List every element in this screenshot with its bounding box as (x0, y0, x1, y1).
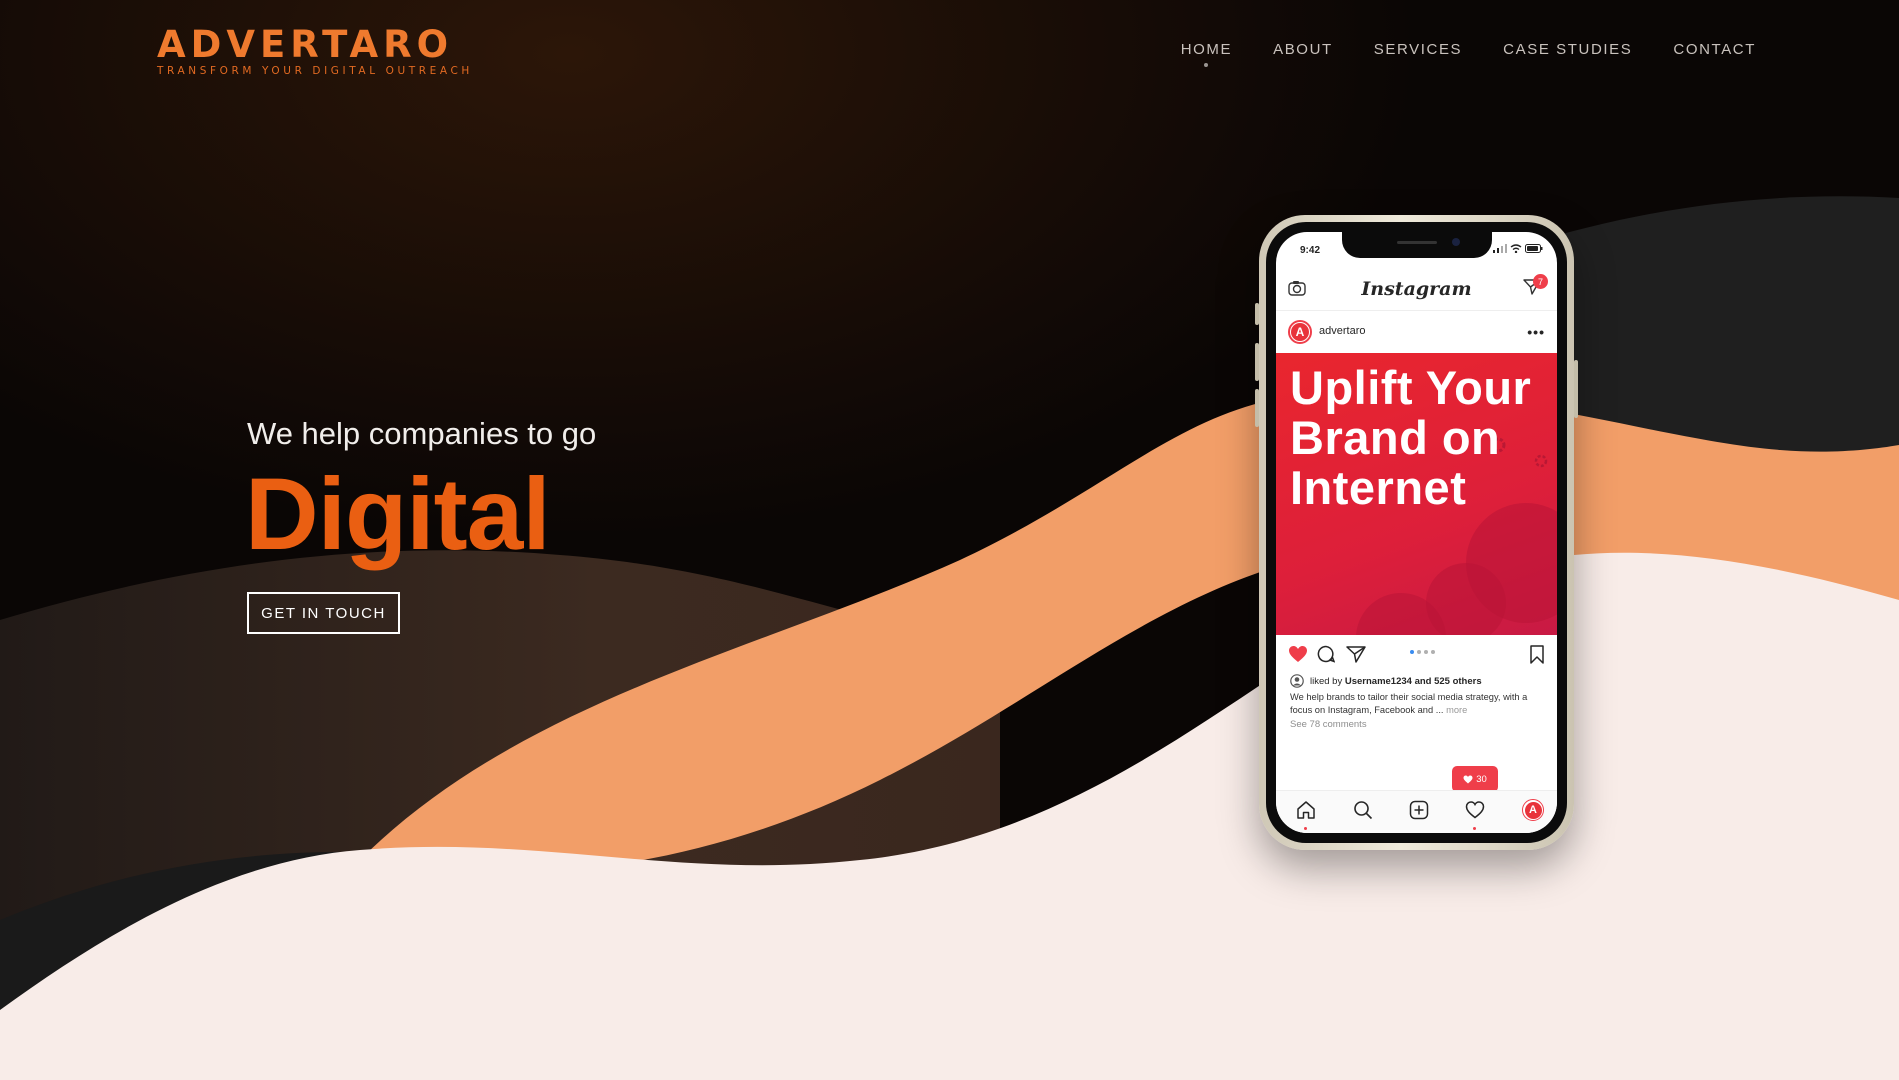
liked-by-prefix: liked by (1310, 675, 1343, 687)
liked-by-line: liked by Username1234 and 525 others (1290, 674, 1482, 688)
comment-icon[interactable] (1317, 645, 1335, 663)
more-options-icon[interactable]: ••• (1527, 324, 1545, 340)
active-tab-dot (1304, 827, 1307, 830)
home-icon[interactable] (1296, 800, 1316, 820)
status-time: 9:42 (1300, 245, 1321, 256)
liked-by-users[interactable]: Username1234 and 525 others (1345, 676, 1482, 687)
profile-avatar[interactable]: A (1522, 799, 1544, 821)
phone-side-button (1255, 389, 1259, 427)
share-icon[interactable] (1346, 645, 1366, 663)
decorative-cloud (1426, 563, 1506, 635)
nav-item-about[interactable]: ABOUT (1273, 41, 1333, 58)
nav-item-case-studies[interactable]: CASE STUDIES (1503, 41, 1632, 58)
like-notification-popup: 30 (1452, 766, 1498, 798)
phone-side-button (1255, 343, 1259, 381)
post-caption-text: We help brands to tailor their social me… (1290, 692, 1528, 715)
notch-camera (1452, 238, 1460, 246)
phone-notch (1342, 232, 1492, 258)
signal-icon (1493, 244, 1507, 253)
activity-dot (1473, 827, 1476, 830)
bookmark-icon[interactable] (1529, 645, 1545, 664)
brand-name: ADVERTARO (157, 23, 454, 66)
hero-title: Digital (245, 457, 551, 571)
post-caption: We help brands to tailor their social me… (1290, 691, 1545, 716)
instagram-logo: Instagram (1361, 278, 1472, 300)
see-comments-link[interactable]: See 78 comments (1290, 719, 1367, 730)
get-in-touch-button[interactable]: GET IN TOUCH (247, 592, 400, 634)
search-icon[interactable] (1353, 800, 1373, 820)
nav-item-home[interactable]: HOME (1181, 41, 1232, 67)
caption-more-link[interactable]: more (1446, 705, 1467, 715)
nav-item-services[interactable]: SERVICES (1374, 41, 1462, 58)
brand-logo[interactable]: ADVERTARO TRANSFORM YOUR DIGITAL OUTREAC… (157, 26, 473, 77)
phone-side-button (1255, 303, 1259, 325)
avatar-letter: A (1291, 323, 1309, 341)
activity-heart-icon[interactable] (1465, 800, 1485, 820)
battery-icon (1525, 244, 1543, 253)
avatar[interactable]: A (1288, 320, 1312, 344)
post-username[interactable]: advertaro (1319, 325, 1365, 337)
post-image-headline: Uplift Your Brand on Internet (1290, 361, 1532, 514)
nav-item-contact[interactable]: CONTACT (1673, 41, 1756, 58)
main-nav: HOME ABOUT SERVICES CASE STUDIES CONTACT (1181, 41, 1756, 67)
phone-side-button (1574, 360, 1578, 418)
instagram-header: Instagram 7 (1276, 268, 1557, 311)
post-image: Uplift Your Brand on Internet (1276, 353, 1557, 635)
like-notification-count: 30 (1476, 773, 1487, 785)
phone-mockup: 9:42 Instagram 7 A advertaro ••• Uplift … (1255, 215, 1578, 850)
user-icon (1290, 674, 1304, 688)
brand-tagline: TRANSFORM YOUR DIGITAL OUTREACH (157, 65, 473, 77)
add-post-icon[interactable] (1409, 800, 1429, 820)
heart-filled-icon[interactable] (1288, 645, 1308, 663)
post-actions (1276, 642, 1557, 668)
profile-avatar-letter: A (1524, 801, 1542, 819)
notch-speaker (1397, 241, 1437, 244)
carousel-dots (1410, 650, 1435, 654)
heart-icon (1463, 775, 1473, 783)
status-icons (1493, 244, 1543, 253)
instagram-tab-bar: A (1276, 790, 1557, 833)
phone-screen: 9:42 Instagram 7 A advertaro ••• Uplift … (1276, 232, 1557, 833)
hero-subtitle: We help companies to go (247, 416, 597, 451)
post-header: A advertaro ••• (1276, 312, 1557, 350)
notification-badge: 7 (1533, 274, 1548, 289)
wifi-icon (1510, 244, 1522, 253)
